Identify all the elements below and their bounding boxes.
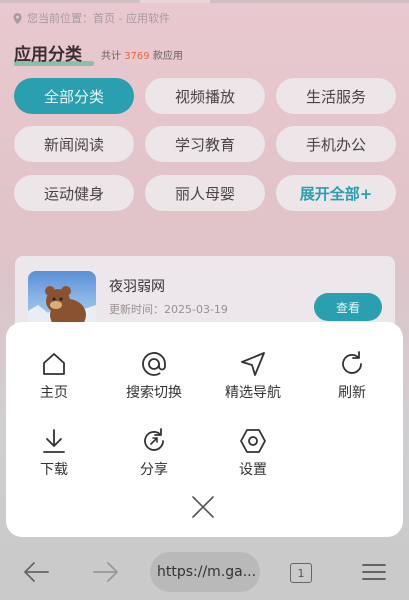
location-pin-icon: [13, 12, 22, 24]
chip-education[interactable]: 学习教育: [145, 126, 265, 162]
app-name: 夜羽弱网: [109, 279, 165, 295]
share-icon: [144, 428, 164, 451]
chip-mother-baby[interactable]: 丽人母婴: [145, 175, 265, 211]
browser-toolbar: https://m.ga... 1: [0, 545, 409, 600]
menu-item-refresh[interactable]: 刷新: [304, 350, 400, 402]
chip-office[interactable]: 手机办公: [276, 126, 396, 162]
breadcrumb: 您当前位置：首页 - 应用软件: [12, 10, 170, 26]
menu-item-search-switch[interactable]: 搜索切换: [106, 350, 202, 402]
chip-expand-all[interactable]: 展开全部+: [276, 175, 396, 211]
back-arrow-icon[interactable]: [22, 560, 50, 584]
chip-fitness[interactable]: 运动健身: [14, 175, 134, 211]
settings-hexagon-icon: [240, 429, 266, 453]
home-icon: [43, 353, 65, 375]
address-bar[interactable]: https://m.ga...: [150, 552, 260, 592]
menu-item-home[interactable]: 主页: [6, 350, 102, 402]
forward-arrow-icon[interactable]: [92, 560, 120, 584]
chip-life-services[interactable]: 生活服务: [276, 78, 396, 114]
navigation-arrow-icon: [241, 352, 265, 376]
menu-item-featured-nav[interactable]: 精选导航: [205, 350, 301, 402]
app-count: 共计 3769 款应用: [101, 51, 183, 62]
close-icon[interactable]: [188, 492, 218, 522]
breadcrumb-text: 您当前位置：首页 - 应用软件: [27, 12, 170, 25]
at-icon: [142, 352, 166, 376]
menu-lines-icon[interactable]: [360, 560, 388, 584]
chip-video[interactable]: 视频播放: [145, 78, 265, 114]
app-update-date: 更新时间：2025-03-19: [109, 303, 228, 316]
chip-all-categories[interactable]: 全部分类: [14, 78, 134, 114]
page-title: 应用分类: [14, 40, 94, 66]
refresh-icon: [342, 351, 362, 374]
menu-item-download[interactable]: 下载: [6, 427, 102, 479]
menu-item-settings[interactable]: 设置: [205, 427, 301, 479]
tab-count-button[interactable]: 1: [290, 563, 312, 583]
chip-news[interactable]: 新闻阅读: [14, 126, 134, 162]
view-button[interactable]: 查看: [314, 293, 382, 321]
status-bar: [0, 0, 409, 3]
menu-item-share[interactable]: 分享: [106, 427, 202, 479]
browser-menu-sheet: 主页 搜索切换 精选导航 刷新 下载 分享 设置: [6, 322, 403, 537]
download-icon: [43, 429, 65, 453]
